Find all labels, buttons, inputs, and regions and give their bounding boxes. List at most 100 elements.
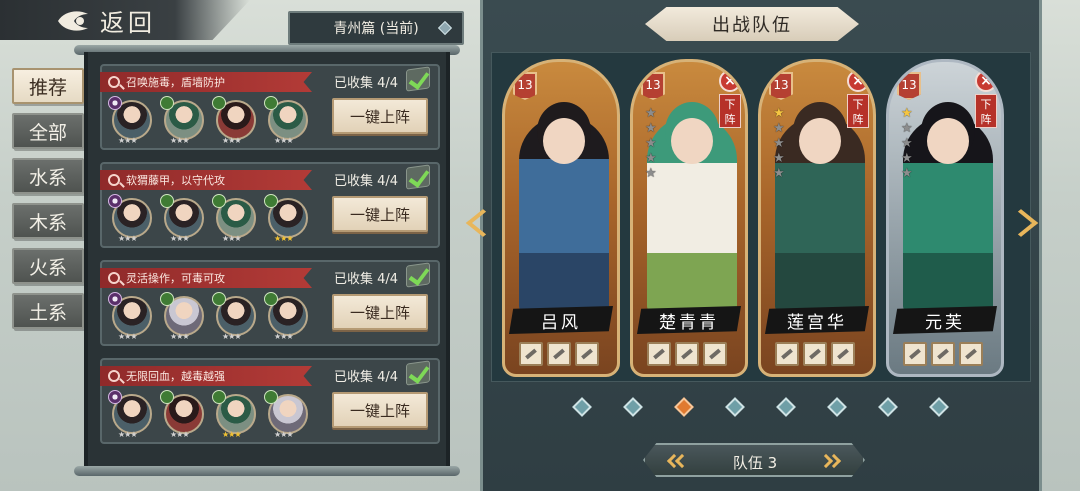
- equipment-slot[interactable]: [547, 342, 571, 366]
- magnifier-icon: [108, 76, 120, 88]
- team-title: 出战队伍: [645, 7, 859, 41]
- lineup-avatars: ★★★ ★★★ ★★★ ★★★: [108, 96, 312, 148]
- star-rating: ★★★: [170, 234, 189, 243]
- star-rating: ★★★: [118, 234, 137, 243]
- chapter-selector[interactable]: 青州篇 (当前): [288, 11, 464, 45]
- star-icon: ★: [645, 166, 657, 181]
- lineup-avatars: ★★★ ★★★ ★★★ ★★★: [108, 194, 312, 246]
- lineup-avatars: ★★★ ★★★ ★★★ ★★★: [108, 390, 312, 442]
- page-dot[interactable]: [929, 397, 949, 417]
- yin-yang-icon: [108, 390, 122, 404]
- page-dot[interactable]: [572, 397, 592, 417]
- star-rating: ★★★: [274, 332, 293, 341]
- quick-deploy-button[interactable]: 一键上阵: [332, 294, 428, 330]
- star-icon: ★: [901, 151, 913, 166]
- level-badge: 13: [513, 72, 537, 100]
- lineup-card: 灵活操作，可毒可攻 已收集 4/4 ★★★ ★★★ ★★★ ★★★ 一键上阵: [100, 260, 440, 346]
- star-icon: ★: [773, 136, 785, 151]
- hero-name: 莲宫华: [765, 306, 869, 334]
- equipment-slot[interactable]: [831, 342, 855, 366]
- equipment-slot[interactable]: [703, 342, 727, 366]
- remove-hero-button[interactable]: × 下阵: [847, 70, 869, 128]
- hero-face: [927, 118, 969, 164]
- hero-card[interactable]: 13 ★ ★ ★ ★ ★ × 下阵 元芙: [886, 59, 1004, 377]
- equipment-slot[interactable]: [775, 342, 799, 366]
- equipment-slot[interactable]: [903, 342, 927, 366]
- star-rating: ★★★: [222, 234, 241, 243]
- remove-hero-button[interactable]: × 下阵: [975, 70, 997, 128]
- page-dot[interactable]: [878, 397, 898, 417]
- yin-yang-icon: [108, 96, 122, 110]
- lineup-description[interactable]: 召唤施毒，盾墙防护: [100, 72, 312, 92]
- check-icon: [406, 66, 430, 92]
- star-icon: ★: [645, 136, 657, 151]
- check-icon: [406, 262, 430, 288]
- wood-element-icon: [212, 390, 226, 404]
- quick-deploy-button[interactable]: 一键上阵: [332, 392, 428, 428]
- wood-element-icon: [212, 96, 226, 110]
- tab-water[interactable]: 水系: [12, 158, 84, 194]
- lineup-description-text: 灵活操作，可毒可攻: [126, 272, 225, 285]
- remove-hero-button[interactable]: × 下阵: [719, 70, 741, 128]
- star-icon: ★: [773, 106, 785, 121]
- star-rating: ★★★: [274, 430, 293, 439]
- wood-element-icon: [264, 292, 278, 306]
- magnifier-icon: [108, 272, 120, 284]
- quick-deploy-button[interactable]: 一键上阵: [332, 196, 428, 232]
- hero-card[interactable]: 13 ★ ★ ★ ★ ★ × 下阵 楚青青: [630, 59, 748, 377]
- equipment-slot[interactable]: [575, 342, 599, 366]
- lineup-description-text: 无限回血，越毒越强: [126, 370, 225, 383]
- star-rating: ★★★: [274, 136, 293, 145]
- star-icon: ★: [773, 151, 785, 166]
- page-dot[interactable]: [827, 397, 847, 417]
- tab-all[interactable]: 全部: [12, 113, 84, 149]
- tab-fire[interactable]: 火系: [12, 248, 84, 284]
- chapter-label: 青州篇 (当前): [333, 21, 419, 37]
- hero-card-row: 13 吕风 13 ★ ★ ★ ★ ★ × 下阵 楚青青 13 ★ ★ ★ ★ ★…: [491, 52, 1031, 382]
- star-rating: ★ ★ ★ ★ ★: [773, 106, 789, 181]
- check-icon: [406, 164, 430, 190]
- team-switcher: 队伍 3: [643, 443, 865, 477]
- tab-recommended[interactable]: 推荐: [12, 68, 84, 104]
- equipment-slot[interactable]: [803, 342, 827, 366]
- quick-deploy-button[interactable]: 一键上阵: [332, 98, 428, 134]
- star-icon: ★: [901, 166, 913, 181]
- collected-count: 已收集 4/4: [334, 76, 399, 91]
- hero-face: [671, 118, 713, 164]
- equipment-slot[interactable]: [931, 342, 955, 366]
- check-icon: [406, 360, 430, 386]
- lineup-description[interactable]: 灵活操作，可毒可攻: [100, 268, 312, 288]
- lineup-list[interactable]: 召唤施毒，盾墙防护 已收集 4/4 ★★★ ★★★ ★★★ ★★★ 一键上阵 软…: [84, 52, 450, 468]
- page-dot[interactable]: [674, 397, 694, 417]
- lineup-description[interactable]: 无限回血，越毒越强: [100, 366, 312, 386]
- scroll-rod-bottom: [74, 466, 460, 476]
- page-dot[interactable]: [776, 397, 796, 417]
- collected-count: 已收集 4/4: [334, 174, 399, 189]
- remove-label: 下阵: [719, 94, 741, 128]
- hero-card[interactable]: 13 ★ ★ ★ ★ ★ × 下阵 莲宫华: [758, 59, 876, 377]
- lineup-description[interactable]: 软猬藤甲，以守代攻: [100, 170, 312, 190]
- close-icon: ×: [847, 70, 869, 92]
- page-dot[interactable]: [725, 397, 745, 417]
- star-rating: ★ ★ ★ ★ ★: [901, 106, 917, 181]
- lineup-card: 召唤施毒，盾墙防护 已收集 4/4 ★★★ ★★★ ★★★ ★★★ 一键上阵: [100, 64, 440, 150]
- lineup-description-text: 召唤施毒，盾墙防护: [126, 76, 225, 89]
- star-rating: ★★★: [118, 136, 137, 145]
- back-button[interactable]: 返回: [0, 0, 250, 40]
- equipment-slot[interactable]: [519, 342, 543, 366]
- wood-element-icon: [160, 194, 174, 208]
- equipment-slot[interactable]: [647, 342, 671, 366]
- page-dot[interactable]: [623, 397, 643, 417]
- back-arrow-icon: [58, 11, 88, 31]
- tab-earth[interactable]: 土系: [12, 293, 84, 329]
- tab-wood[interactable]: 木系: [12, 203, 84, 239]
- remove-label: 下阵: [975, 94, 997, 128]
- equipment-slot[interactable]: [959, 342, 983, 366]
- hero-name: 元芙: [893, 306, 997, 334]
- lineup-description-text: 软猬藤甲，以守代攻: [126, 174, 225, 187]
- hero-name: 吕风: [509, 306, 613, 334]
- star-rating: ★★★: [170, 136, 189, 145]
- team-label: 队伍 3: [732, 454, 778, 472]
- equipment-slot[interactable]: [675, 342, 699, 366]
- hero-card[interactable]: 13 吕风: [502, 59, 620, 377]
